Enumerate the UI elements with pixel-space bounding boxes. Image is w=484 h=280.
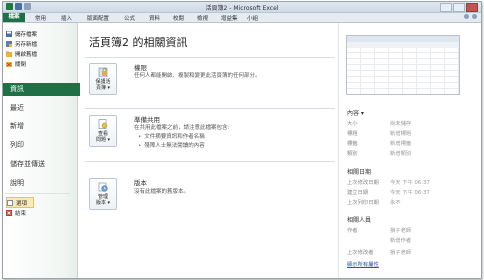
tab-home[interactable]: 常用	[35, 14, 46, 22]
open-command[interactable]: 開啟舊檔	[6, 49, 37, 58]
nav-save-send[interactable]: 儲存並傳送	[6, 158, 76, 171]
last-modified-by-label: 上次修改者	[347, 250, 374, 256]
nav-new[interactable]: 新增	[6, 120, 76, 133]
bullet-accessibility: 殘障人士無法閱讀的內容	[138, 141, 205, 149]
folder-open-icon	[6, 51, 12, 57]
tab-formulas[interactable]: 公式	[124, 14, 135, 22]
prop-category-value[interactable]: 新增類別	[390, 149, 411, 157]
minimize-button[interactable]	[440, 3, 452, 12]
nav-recent[interactable]: 最近	[6, 102, 76, 115]
prop-size-value: 尚未儲存	[390, 121, 412, 127]
show-all-properties-link[interactable]: 顯示所有屬性	[347, 260, 379, 268]
check-issues-button[interactable]: 查看 問題 ▾	[89, 115, 117, 147]
versions-icon	[98, 182, 108, 192]
last-modified-by-value: 損子老師	[390, 250, 412, 256]
check-issues-label: 查看 問題 ▾	[90, 131, 116, 143]
protect-label-line2: 頁簿 ▾	[95, 85, 111, 91]
lock-icon	[98, 67, 108, 77]
tab-insert[interactable]: 插入	[61, 14, 72, 22]
save-as-icon	[6, 40, 12, 47]
protect-workbook-button[interactable]: 保護活 頁簿 ▾	[89, 63, 117, 95]
add-author-value[interactable]: 新增作者	[390, 236, 411, 244]
save-icon	[6, 30, 12, 37]
document-check-icon	[98, 119, 108, 129]
date-created-label: 建立日期	[347, 190, 369, 196]
prop-size-label: 大小	[347, 121, 358, 127]
workbook-preview-thumbnail	[346, 35, 460, 95]
nav-divider	[6, 193, 70, 194]
properties-header[interactable]: 內容 ▾	[347, 108, 364, 117]
open-command-label: 開啟舊檔	[15, 51, 38, 58]
tab-team[interactable]: 小組	[247, 14, 258, 22]
options-label: 選項	[16, 200, 28, 207]
author-label: 作者	[347, 228, 358, 234]
save-as-command[interactable]: 另存新檔	[6, 39, 37, 48]
save-command-label: 儲存檔案	[15, 31, 38, 38]
close-file-icon	[6, 61, 12, 67]
check-issues-line2: 問題 ▾	[95, 137, 111, 143]
close-command-label: 關閉	[15, 61, 27, 68]
excel-window: 活頁簿2 - Microsoft Excel 檔案 常用 插入 版面配置 公式 …	[2, 1, 482, 279]
manage-versions-line2: 版本 ▾	[95, 200, 111, 206]
date-modified-label: 上次修改日期	[347, 180, 379, 186]
tab-addins[interactable]: 增益集	[221, 14, 238, 22]
tab-page-layout[interactable]: 版面配置	[87, 14, 109, 22]
divider	[85, 161, 335, 162]
minimize-ribbon-icon[interactable]	[464, 14, 469, 19]
versions-desc: 沒有此檔案的舊版本。	[134, 189, 190, 195]
nav-info[interactable]: 資訊	[3, 83, 80, 96]
prop-tags-value[interactable]: 新增標籤	[390, 139, 411, 147]
ribbon-tabs: 檔案 常用 插入 版面配置 公式 資料 校閱 檢視 增益集 小組	[3, 13, 481, 23]
thumbnail-formula-bar	[347, 42, 459, 48]
save-command[interactable]: 儲存檔案	[6, 29, 37, 38]
date-modified-value: 今天 下午 06:37	[390, 180, 430, 186]
bullet-doc-props: 文件摘要資訊和作者名稱	[138, 132, 205, 140]
manage-versions-button[interactable]: 管理 版本 ▾	[89, 178, 117, 210]
window-title: 活頁簿2 - Microsoft Excel	[205, 5, 279, 12]
maximize-button[interactable]	[453, 3, 465, 12]
nav-print[interactable]: 列印	[6, 139, 76, 152]
exit-icon	[6, 209, 12, 216]
prepare-sharing-desc: 在共用此檔案之前，請注意此檔案包含:	[134, 125, 230, 131]
date-printed-value: 永不	[390, 200, 401, 206]
tab-review[interactable]: 校閱	[173, 14, 184, 22]
save-as-command-label: 另存新檔	[15, 41, 38, 48]
tab-file[interactable]: 檔案	[3, 13, 25, 22]
options-command[interactable]: 選項	[6, 197, 35, 208]
prop-category-label: 類別	[347, 151, 358, 157]
prop-title-label: 標題	[347, 131, 358, 137]
nav-help[interactable]: 說明	[6, 177, 76, 190]
close-command[interactable]: 關閉	[6, 59, 26, 68]
permissions-desc: 任何人都能開啟、複製和變更此活頁簿的任何部分。	[134, 73, 261, 79]
date-created-value: 今天 下午 06:37	[390, 190, 430, 196]
tab-view[interactable]: 檢視	[197, 14, 208, 22]
protect-workbook-label: 保護活 頁簿 ▾	[90, 79, 116, 91]
options-icon	[7, 199, 13, 206]
author-value: 損子老師	[390, 228, 412, 234]
help-icon[interactable]	[472, 14, 477, 19]
prop-tags-label: 標籤	[347, 141, 358, 147]
people-header: 相關人員	[347, 217, 372, 224]
versions-title: 版本	[134, 179, 147, 187]
prop-title-value[interactable]: 新增標題	[390, 129, 411, 137]
backstage-nav: 儲存檔案 另存新檔 開啟舊檔 關閉 資訊 最近 新增 列印 儲存並傳送 說明 選…	[3, 23, 80, 278]
page-title: 活頁簿2 的相關資訊	[89, 36, 188, 49]
divider	[85, 108, 335, 109]
divider	[85, 57, 335, 58]
window-controls	[440, 3, 478, 12]
exit-command[interactable]: 結束	[6, 208, 26, 217]
close-button[interactable]	[466, 3, 478, 12]
tab-data[interactable]: 資料	[149, 14, 160, 22]
ribbon-right-controls	[464, 14, 477, 19]
exit-label: 結束	[15, 210, 27, 217]
dates-header: 相關日期	[347, 169, 372, 176]
date-printed-label: 上次列印日期	[347, 200, 379, 206]
title-bar: 活頁簿2 - Microsoft Excel	[3, 2, 481, 13]
manage-versions-label: 管理 版本 ▾	[90, 194, 116, 206]
